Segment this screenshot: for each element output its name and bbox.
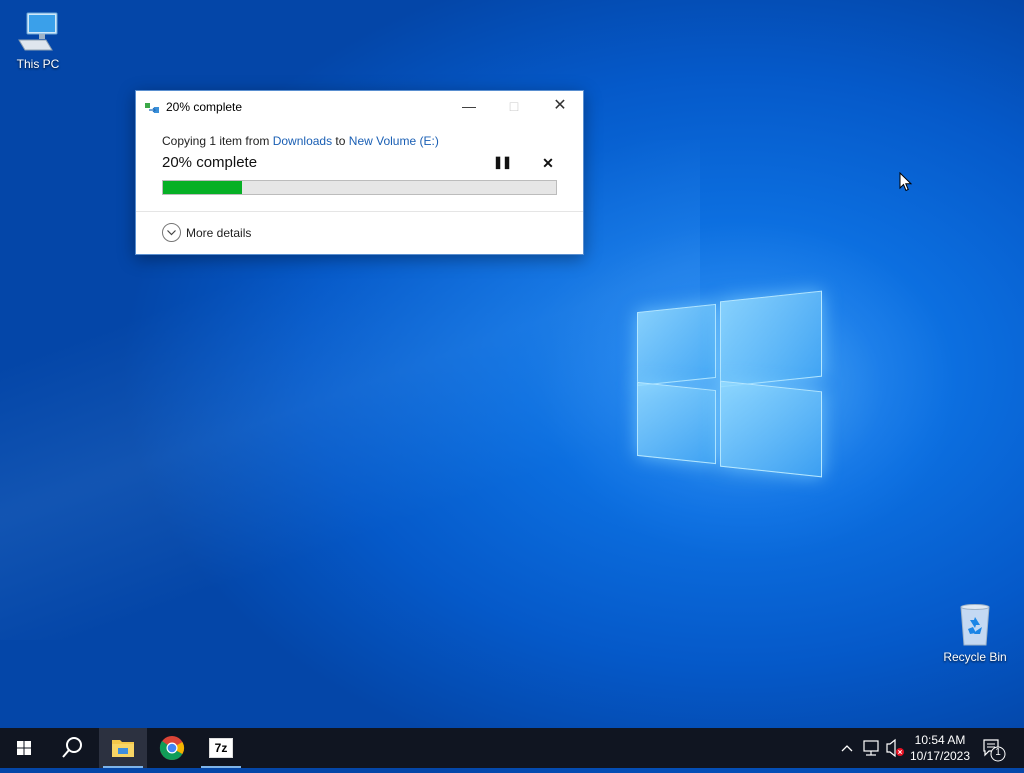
pause-button[interactable]: ❚❚ xyxy=(493,155,512,173)
windows-wallpaper-logo xyxy=(0,140,960,640)
divider xyxy=(136,211,583,212)
dialog-title: 20% complete xyxy=(166,100,243,114)
network-status-button[interactable] xyxy=(860,728,882,768)
taskbar-7zip[interactable]: 7z xyxy=(197,728,245,768)
destination-link[interactable]: New Volume (E:) xyxy=(349,134,439,148)
desktop-icon-label: Recycle Bin xyxy=(943,650,1007,664)
network-icon xyxy=(863,740,879,756)
progress-bar xyxy=(162,180,557,195)
mouse-cursor-icon xyxy=(899,171,913,197)
taskbar-chrome[interactable] xyxy=(148,728,196,768)
notification-count: 1 xyxy=(995,747,1001,758)
volume-button[interactable] xyxy=(884,728,906,768)
minimize-icon: — xyxy=(462,98,476,114)
file-copy-icon xyxy=(145,101,161,113)
cancel-icon: ✕ xyxy=(542,155,554,171)
clock-time: 10:54 AM xyxy=(914,733,966,747)
maximize-icon: □ xyxy=(509,98,519,114)
copy-progress-dialog: 20% complete — □ ✕ Copying 1 item from D… xyxy=(135,90,584,255)
clock-date: 10/17/2023 xyxy=(909,749,971,763)
search-button[interactable] xyxy=(48,728,96,768)
search-icon xyxy=(62,737,82,758)
chevron-down-icon xyxy=(162,223,181,242)
windows-start-icon xyxy=(17,741,31,755)
close-button[interactable]: ✕ xyxy=(537,91,583,121)
close-icon: ✕ xyxy=(553,97,567,114)
7zip-label: 7z xyxy=(214,741,228,755)
desktop-icon-this-pc[interactable]: This PC xyxy=(3,10,73,71)
this-pc-icon xyxy=(16,10,60,54)
copy-mid-text: to xyxy=(332,134,349,148)
more-details-label: More details xyxy=(186,226,252,240)
dialog-titlebar[interactable]: 20% complete — □ ✕ xyxy=(136,91,583,121)
cancel-button[interactable]: ✕ xyxy=(539,155,557,173)
pause-icon: ❚❚ xyxy=(493,155,512,169)
start-button[interactable] xyxy=(0,728,48,768)
source-link[interactable]: Downloads xyxy=(273,134,332,148)
taskbar-file-explorer[interactable] xyxy=(99,728,147,768)
progress-bar-fill xyxy=(163,181,242,194)
show-hidden-icons-button[interactable] xyxy=(838,728,856,768)
volume-muted-icon xyxy=(886,738,904,758)
taskbar-clock[interactable]: 10:54 AM 10/17/2023 xyxy=(905,732,975,764)
desktop-icon-label: This PC xyxy=(16,57,60,71)
chevron-up-icon xyxy=(841,745,853,752)
folder-icon xyxy=(112,740,134,757)
7zip-icon: 7z xyxy=(209,738,233,758)
progress-status: 20% complete xyxy=(162,154,258,171)
desktop-icon-recycle-bin[interactable]: Recycle Bin xyxy=(940,603,1010,664)
maximize-button: □ xyxy=(491,91,537,121)
copy-description: Copying 1 item from Downloads to New Vol… xyxy=(162,134,439,148)
action-center-button[interactable]: 1 xyxy=(978,728,1014,768)
copy-prefix-text: Copying 1 item from xyxy=(162,134,273,148)
minimize-button[interactable]: — xyxy=(446,91,492,121)
taskbar: 7z 10:54 AM 10/17/2023 1 xyxy=(0,728,1024,768)
chrome-icon xyxy=(159,736,185,761)
recycle-bin-icon xyxy=(953,603,997,647)
